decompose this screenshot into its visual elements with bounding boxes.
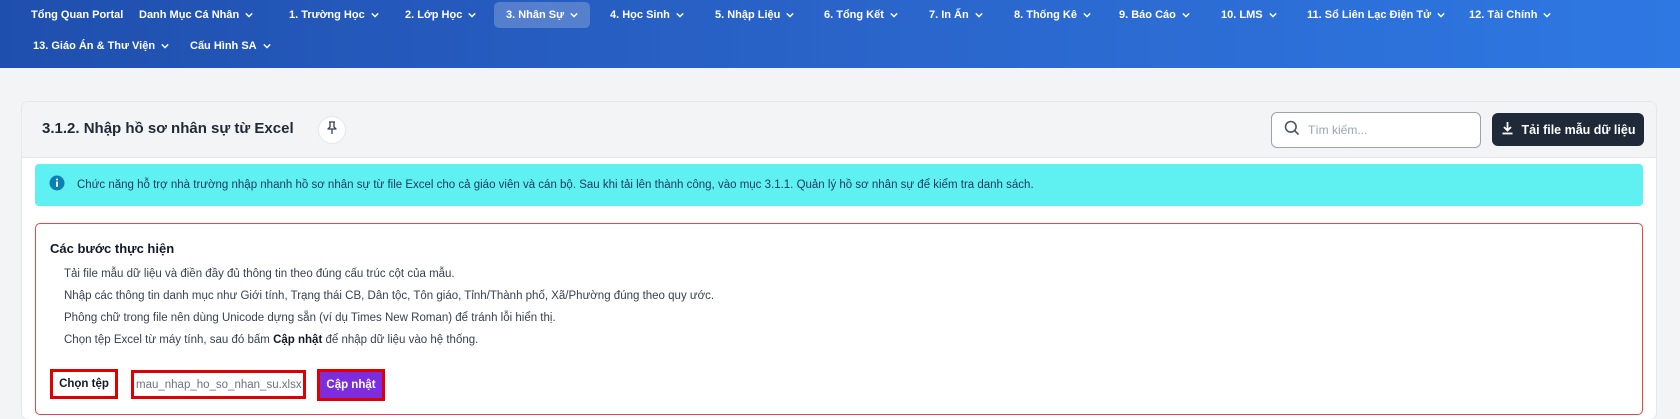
search-input[interactable]	[1308, 123, 1468, 137]
nav-item-danh-muc-ca-nhan[interactable]: Danh Mục Cá Nhân	[127, 2, 265, 28]
nav-item-cau-hinh-sa[interactable]: Cấu Hình SA	[178, 33, 283, 59]
search-icon	[1284, 120, 1300, 141]
chevron-down-icon	[1182, 11, 1190, 19]
nav-item-truong-hoc[interactable]: 1. Trường Học	[277, 2, 391, 28]
info-icon	[49, 175, 65, 196]
page-title: 3.1.2. Nhập hồ sơ nhân sự từ Excel	[42, 120, 294, 137]
nav-item-tai-chinh[interactable]: 12. Tài Chính	[1457, 2, 1563, 28]
top-navigation-bar: Tổng Quan Portal Danh Mục Cá Nhân 1. Trư…	[0, 0, 1680, 68]
steps-title: Các bước thực hiện	[50, 241, 175, 256]
steps-panel: Các bước thực hiện Tải file mẫu dữ liệu …	[35, 223, 1643, 415]
chevron-down-icon	[468, 11, 477, 19]
step-line-1: Tải file mẫu dữ liệu và điền đầy đủ thôn…	[64, 268, 455, 280]
pin-button[interactable]	[318, 116, 346, 144]
update-button[interactable]: Cập nhật	[317, 369, 385, 401]
card-header: 3.1.2. Nhập hồ sơ nhân sự từ Excel Tải f…	[22, 102, 1656, 158]
step-line-2: Nhập các thông tin danh mục như Giới tín…	[64, 290, 715, 302]
chevron-down-icon	[890, 11, 898, 19]
info-text: Chức năng hỗ trợ nhà trường nhập nhanh h…	[77, 179, 1034, 191]
nav-item-lms[interactable]: 10. LMS	[1209, 2, 1289, 28]
chevron-down-icon	[370, 11, 379, 19]
nav-item-thong-ke[interactable]: 8. Thống Kê	[1002, 2, 1103, 28]
step-line-4: Chọn tệp Excel từ máy tính, sau đó bấm C…	[64, 334, 479, 346]
nav-item-bao-cao[interactable]: 9. Báo Cáo	[1107, 2, 1202, 28]
chevron-down-icon	[786, 11, 795, 19]
chevron-down-icon	[1543, 11, 1552, 19]
pin-icon	[326, 120, 338, 140]
download-template-label: Tải file mẫu dữ liệu	[1521, 122, 1636, 137]
import-card: 3.1.2. Nhập hồ sơ nhân sự từ Excel Tải f…	[22, 102, 1656, 419]
search-field[interactable]	[1271, 112, 1481, 148]
chevron-down-icon	[1268, 11, 1277, 19]
choose-file-button[interactable]: Chọn tệp	[50, 369, 118, 399]
selected-file-name: mau_nhap_ho_so_nhan_su.xlsx	[131, 370, 306, 399]
chevron-down-icon	[1437, 11, 1445, 19]
nav-item-in-an[interactable]: 7. In Ấn	[917, 2, 995, 28]
chevron-down-icon	[161, 42, 169, 50]
nav-item-nhan-su[interactable]: 3. Nhân Sự	[494, 2, 591, 28]
nav-item-nhap-lieu[interactable]: 5. Nhập Liệu	[703, 2, 806, 28]
nav-item-hoc-sinh[interactable]: 4. Học Sinh	[598, 2, 696, 28]
nav-item-giao-an-thu-vien[interactable]: 13. Giáo Án & Thư Viện	[21, 33, 181, 59]
step-line-3: Phông chữ trong file nên dùng Unicode dự…	[64, 312, 556, 324]
nav-item-tong-quan-portal[interactable]: Tổng Quan Portal	[19, 2, 135, 28]
nav-item-tong-ket[interactable]: 6. Tổng Kết	[812, 2, 910, 28]
chevron-down-icon	[245, 11, 253, 19]
nav-item-lop-hoc[interactable]: 2. Lớp Học	[393, 2, 488, 28]
chevron-down-icon	[262, 42, 271, 50]
chevron-down-icon	[975, 11, 983, 19]
chevron-down-icon	[570, 11, 578, 19]
download-icon	[1501, 121, 1514, 138]
chevron-down-icon	[676, 11, 684, 19]
download-template-button[interactable]: Tải file mẫu dữ liệu	[1492, 113, 1644, 146]
chevron-down-icon	[1083, 11, 1091, 19]
nav-item-so-lien-lac-dien-tu[interactable]: 11. Sổ Liên Lạc Điện Tử	[1295, 2, 1457, 28]
info-banner: Chức năng hỗ trợ nhà trường nhập nhanh h…	[35, 164, 1643, 206]
